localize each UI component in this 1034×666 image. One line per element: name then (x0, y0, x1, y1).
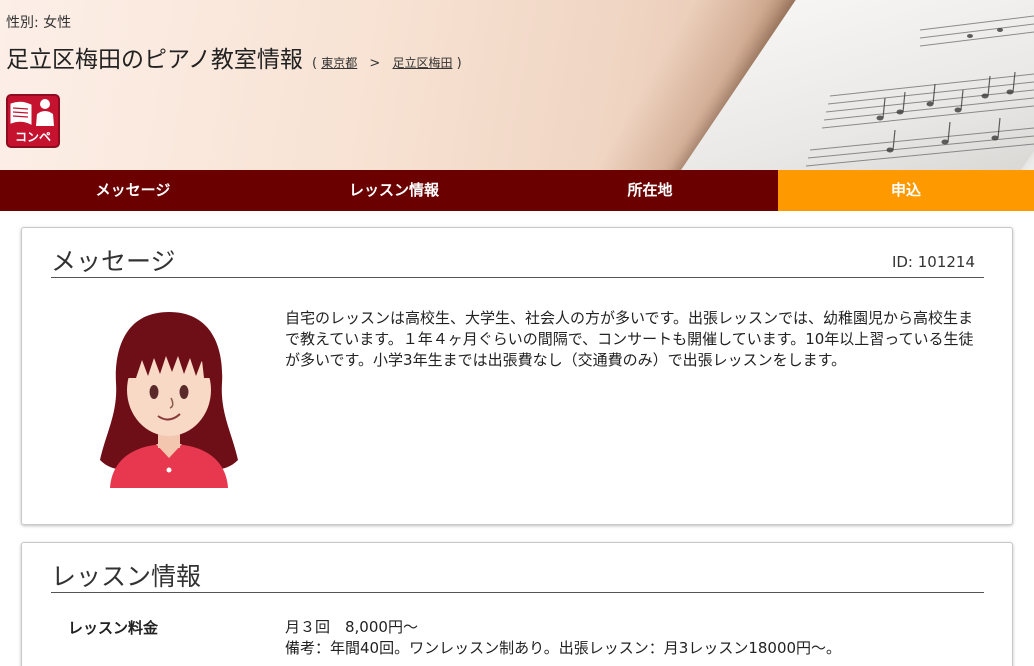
music-notes-decoration (805, 15, 1034, 167)
page-title: 足立区梅田のピアノ教室情報 (6, 47, 303, 73)
lesson-heading: レッスン情報 (51, 562, 202, 591)
tab-lesson-info[interactable]: レッスン情報 (266, 170, 522, 211)
tab-message[interactable]: メッセージ (0, 170, 266, 211)
teacher-avatar (100, 312, 238, 488)
tab-apply[interactable]: 申込 (778, 170, 1034, 211)
tab-location[interactable]: 所在地 (522, 170, 778, 211)
teacher-gender: 性別: 女性 (6, 15, 72, 31)
breadcrumb: ( 東京都 > 足立区梅田 ) (312, 56, 462, 71)
breadcrumb-link-area[interactable]: 足立区梅田 (392, 56, 452, 70)
title-row: 足立区梅田のピアノ教室情報 ( 東京都 > 足立区梅田 ) (6, 40, 462, 74)
book-person-icon (10, 99, 54, 126)
message-heading: メッセージ (51, 247, 176, 276)
section-nav: メッセージ レッスン情報 所在地 申込 (0, 170, 1034, 211)
badge-label: コンペ (14, 130, 51, 144)
lesson-fee-line-1: 月３回 8,000円～ (285, 618, 418, 636)
message-card: メッセージ ID: 101214 自宅のレッスンは高校生、大学生、社会人の方が多… (21, 227, 1013, 525)
classroom-id: ID: 101214 (891, 253, 975, 271)
breadcrumb-separator: > (369, 56, 381, 71)
competition-badge: コンペ (6, 94, 60, 148)
lesson-fee-value: 月３回 8,000円～ 備考：年間40回。ワンレッスン制あり。出張レッスン：月3… (285, 617, 841, 659)
breadcrumb-open-paren: ( (312, 56, 318, 71)
message-body: 自宅のレッスンは高校生、大学生、社会人の方が多いです。出張レッスンでは、幼稚園児… (285, 309, 974, 369)
breadcrumb-link-prefecture[interactable]: 東京都 (321, 56, 357, 70)
page-header: 性別: 女性 足立区梅田のピアノ教室情報 ( 東京都 > 足立区梅田 ) コンペ (0, 0, 1034, 170)
heading-divider (51, 592, 984, 593)
lesson-info-card: レッスン情報 レッスン料金 月３回 8,000円～ 備考：年間40回。ワンレッス… (21, 542, 1013, 666)
breadcrumb-close-paren: ) (456, 56, 462, 71)
lesson-fee-label: レッスン料金 (68, 619, 159, 637)
lesson-fee-line-2: 備考：年間40回。ワンレッスン制あり。出張レッスン：月3レッスン18000円〜。 (285, 639, 842, 657)
heading-divider (51, 277, 984, 278)
